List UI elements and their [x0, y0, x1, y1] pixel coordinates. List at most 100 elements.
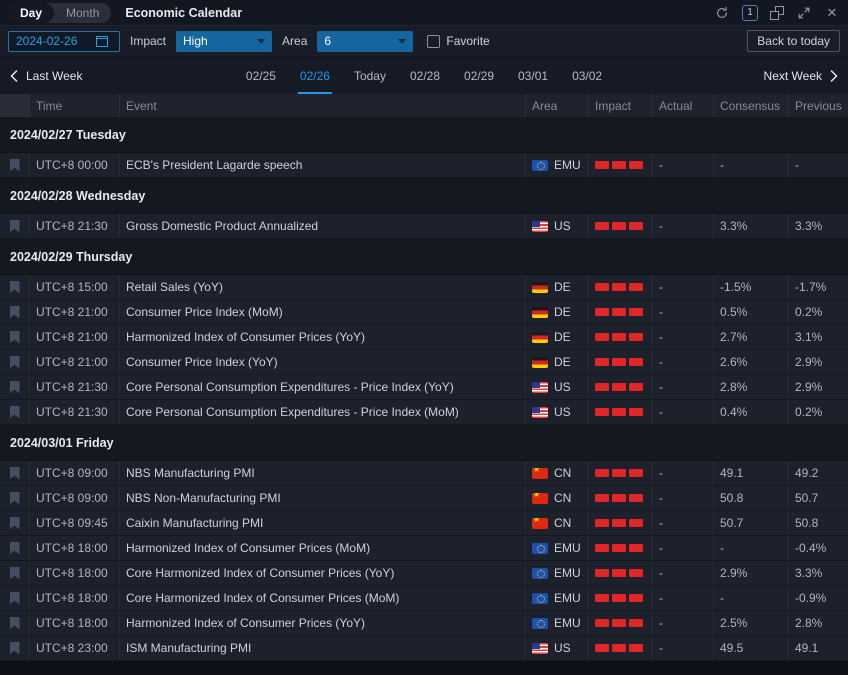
previous-value: 2.9%	[789, 350, 848, 374]
event-name[interactable]: NBS Manufacturing PMI	[120, 461, 526, 485]
impact-bar	[612, 333, 626, 341]
impact-high-bars	[595, 308, 643, 316]
bookmark-icon[interactable]	[10, 159, 20, 172]
event-area: US	[526, 375, 589, 399]
event-name[interactable]: NBS Non-Manufacturing PMI	[120, 486, 526, 510]
week-day-02/29[interactable]: 02/29	[462, 57, 496, 94]
actual-value: -	[653, 275, 714, 299]
impact-bar	[595, 619, 609, 627]
consensus-value: 3.3%	[714, 214, 789, 238]
actual-value: -	[653, 561, 714, 585]
event-name[interactable]: Core Personal Consumption Expenditures -…	[120, 400, 526, 424]
event-name[interactable]: Harmonized Index of Consumer Prices (YoY…	[120, 325, 526, 349]
table-row: UTC+8 09:00NBS Manufacturing PMICN-49.14…	[0, 461, 848, 486]
bookmark-cell	[0, 636, 30, 660]
event-time: UTC+8 21:00	[30, 300, 120, 324]
impact-cell	[589, 511, 653, 535]
bookmark-icon[interactable]	[10, 281, 20, 294]
date-picker[interactable]	[8, 31, 120, 52]
bookmark-icon[interactable]	[10, 567, 20, 580]
area-code: EMU	[554, 616, 581, 630]
bookmark-icon[interactable]	[10, 331, 20, 344]
previous-value: -0.9%	[789, 586, 848, 610]
last-week-button[interactable]: Last Week	[10, 69, 82, 83]
bookmark-icon[interactable]	[10, 492, 20, 505]
bookmark-icon[interactable]	[10, 617, 20, 630]
cn-flag-icon	[532, 468, 548, 479]
event-name[interactable]: Harmonized Index of Consumer Prices (MoM…	[120, 536, 526, 560]
back-to-today-button[interactable]: Back to today	[747, 30, 840, 52]
week-day-02/25[interactable]: 02/25	[244, 57, 278, 94]
week-day-02/26[interactable]: 02/26	[298, 57, 332, 94]
bookmark-icon[interactable]	[10, 381, 20, 394]
event-name[interactable]: Caixin Manufacturing PMI	[120, 511, 526, 535]
bookmark-icon[interactable]	[10, 642, 20, 655]
impact-bar	[595, 333, 609, 341]
favorite-filter[interactable]: Favorite	[427, 34, 489, 48]
consensus-value: -	[714, 536, 789, 560]
event-time: UTC+8 18:00	[30, 536, 120, 560]
impact-bar	[612, 283, 626, 291]
event-name[interactable]: Core Harmonized Index of Consumer Prices…	[120, 586, 526, 610]
bookmark-icon[interactable]	[10, 306, 20, 319]
impact-bar	[595, 544, 609, 552]
event-time: UTC+8 21:30	[30, 375, 120, 399]
tab-month[interactable]: Month	[54, 3, 111, 23]
favorite-checkbox[interactable]	[427, 35, 440, 48]
event-time: UTC+8 18:00	[30, 561, 120, 585]
event-area: EMU	[526, 153, 589, 177]
area-code: US	[554, 405, 571, 419]
event-name[interactable]: Consumer Price Index (YoY)	[120, 350, 526, 374]
event-name[interactable]: Gross Domestic Product Annualized	[120, 214, 526, 238]
previous-value: 0.2%	[789, 400, 848, 424]
previous-value: 50.8	[789, 511, 848, 535]
refresh-icon[interactable]	[714, 5, 730, 21]
impact-bar	[595, 644, 609, 652]
actual-value: -	[653, 350, 714, 374]
bookmark-icon[interactable]	[10, 517, 20, 530]
event-name[interactable]: Retail Sales (YoY)	[120, 275, 526, 299]
duplicate-window-icon[interactable]	[770, 6, 784, 20]
bookmark-icon[interactable]	[10, 220, 20, 233]
previous-value: -0.4%	[789, 536, 848, 560]
bookmark-icon[interactable]	[10, 356, 20, 369]
bookmark-cell	[0, 486, 30, 510]
event-name[interactable]: ECB's President Lagarde speech	[120, 153, 526, 177]
impact-bar	[595, 283, 609, 291]
event-name[interactable]: Core Harmonized Index of Consumer Prices…	[120, 561, 526, 585]
area-dropdown[interactable]: 6	[317, 31, 413, 52]
calendar-icon[interactable]	[96, 35, 108, 47]
bookmark-icon[interactable]	[10, 406, 20, 419]
week-day-03/01[interactable]: 03/01	[516, 57, 550, 94]
next-week-button[interactable]: Next Week	[764, 69, 838, 83]
expand-icon[interactable]	[796, 5, 812, 21]
event-name[interactable]: ISM Manufacturing PMI	[120, 636, 526, 660]
bookmark-cell	[0, 611, 30, 635]
impact-bar	[595, 358, 609, 366]
consensus-value: 2.9%	[714, 561, 789, 585]
event-time: UTC+8 21:00	[30, 325, 120, 349]
event-name[interactable]: Harmonized Index of Consumer Prices (YoY…	[120, 611, 526, 635]
impact-high-bars	[595, 494, 643, 502]
bookmark-icon[interactable]	[10, 542, 20, 555]
consensus-value: 2.5%	[714, 611, 789, 635]
event-name[interactable]: Core Personal Consumption Expenditures -…	[120, 375, 526, 399]
bookmark-icon[interactable]	[10, 467, 20, 480]
impact-dropdown[interactable]: High	[176, 31, 272, 52]
week-day-03/02[interactable]: 03/02	[570, 57, 604, 94]
bookmark-icon[interactable]	[10, 592, 20, 605]
bookmark-cell	[0, 275, 30, 299]
event-time: UTC+8 18:00	[30, 611, 120, 635]
impact-bar	[612, 594, 626, 602]
close-icon[interactable]: ✕	[824, 5, 840, 21]
bookmark-cell	[0, 561, 30, 585]
tab-day[interactable]: Day	[8, 3, 54, 23]
date-input[interactable]	[16, 34, 88, 48]
week-day-02/28[interactable]: 02/28	[408, 57, 442, 94]
event-name[interactable]: Consumer Price Index (MoM)	[120, 300, 526, 324]
panel-number-badge[interactable]: 1	[742, 5, 758, 21]
favorite-label: Favorite	[446, 34, 489, 48]
impact-high-bars	[595, 519, 643, 527]
week-day-today[interactable]: Today	[352, 57, 388, 94]
event-time: UTC+8 23:00	[30, 636, 120, 660]
